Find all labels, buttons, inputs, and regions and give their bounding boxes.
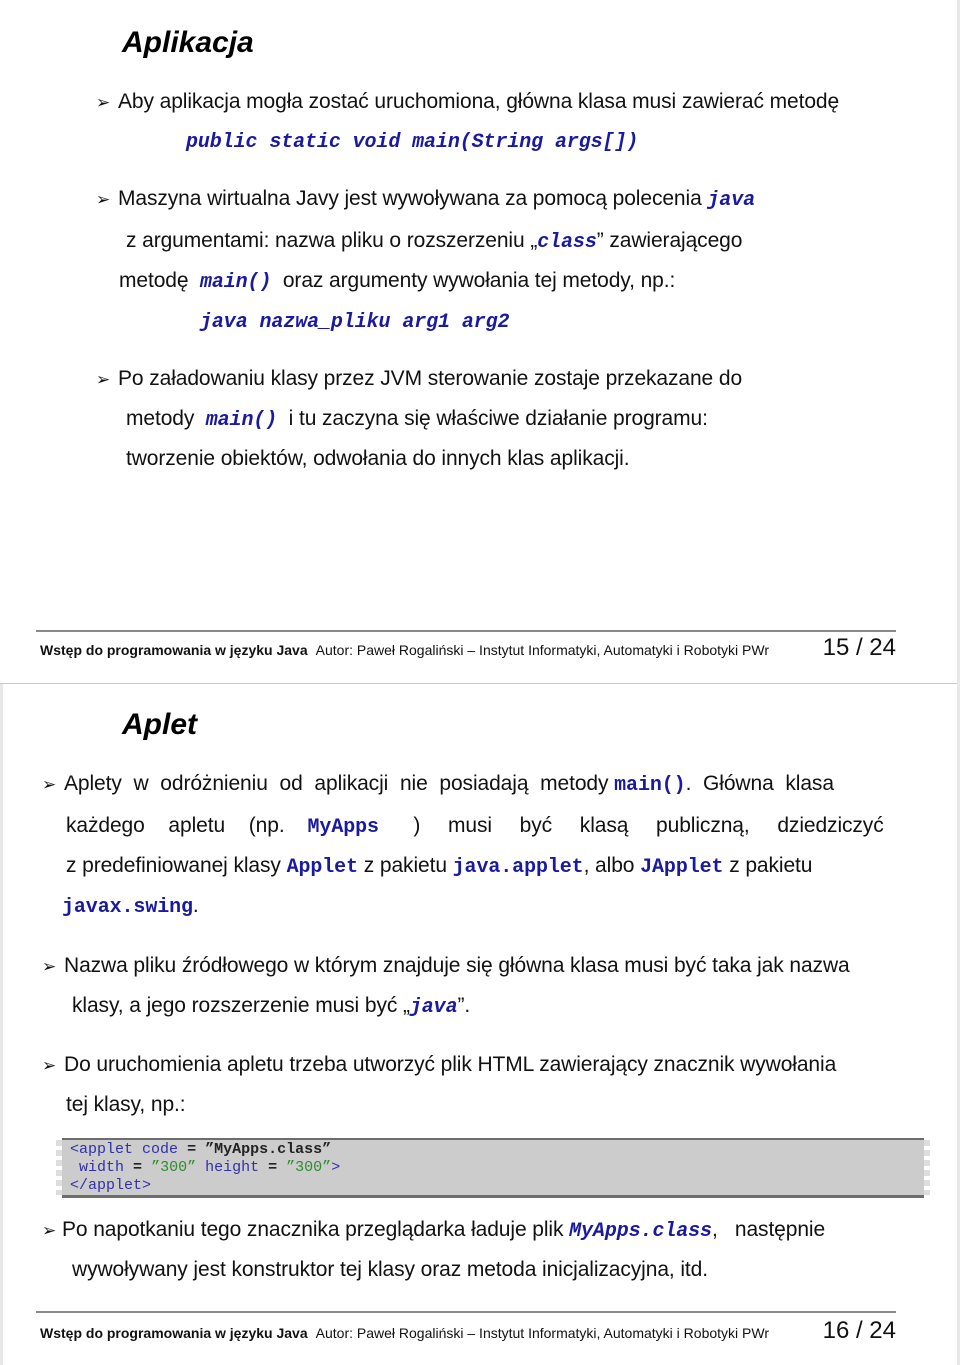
- bullet-3-line-2: tej klasy, np.:: [66, 1093, 186, 1116]
- code-javax-swing: javax.swing: [62, 896, 193, 919]
- code-applet: Applet: [286, 856, 359, 879]
- code-java: java: [409, 996, 458, 1019]
- bullet-1-line-1: ➢ Aplety w odróżnieniu od aplikacji nie p…: [42, 772, 834, 797]
- arrow-bullet-icon: ➢: [42, 1056, 57, 1075]
- code-line-1: <applet code = ”MyApps.class”: [70, 1141, 332, 1158]
- code-java-command: java nazwa_pliku arg1 arg2: [200, 311, 510, 334]
- bullet-1-line-2: każdego apletu (np. MyApps ) musi być kl…: [66, 814, 884, 839]
- arrow-bullet-icon: ➢: [42, 1221, 57, 1240]
- code-box-left-edge: [56, 1140, 62, 1195]
- footer-author: Autor: Paweł Rogaliński – Instytut Infor…: [315, 642, 769, 658]
- footer: Wstęp do programowania w języku Java Auto…: [40, 634, 900, 661]
- arrow-bullet-icon: ➢: [42, 957, 57, 976]
- code-box-right-edge: [924, 1140, 930, 1195]
- bullet-1-line-3: z predefiniowanej klasy Applet z pakietu…: [66, 854, 813, 879]
- slide-title: Aplet: [122, 708, 197, 741]
- slide-aplet: Aplet ➢ Aplety w odróżnieniu od aplikacji…: [0, 684, 960, 1365]
- code-japplet: JApplet: [640, 856, 724, 879]
- bullet-2-line-1: ➢ Nazwa pliku źródłowego w którym znajduj…: [42, 954, 850, 977]
- footer-divider: [36, 630, 896, 632]
- footer-course: Wstęp do programowania w języku Java: [40, 642, 308, 658]
- slide-title: Aplikacja: [122, 26, 254, 59]
- code-main: main(): [205, 409, 278, 432]
- slide-aplikacja: Aplikacja ➢ Aby aplikacja mogła zostać ur…: [0, 0, 960, 683]
- code-line-2: width = ”300” height = ”300”>: [79, 1159, 341, 1176]
- bullet-3-line-3: tworzenie obiektów, odwołania do innych …: [126, 447, 630, 470]
- bullet-1-line-1: ➢ Aby aplikacja mogła zostać uruchomiona,…: [96, 90, 840, 113]
- code-java: java: [707, 189, 756, 212]
- footer-course: Wstęp do programowania w języku Java: [40, 1325, 308, 1341]
- arrow-bullet-icon: ➢: [96, 93, 111, 112]
- bullet-3-line-2: metody main() i tu zaczyna się właściwe …: [126, 407, 708, 432]
- page-edge: [0, 684, 3, 1365]
- footer-author: Autor: Paweł Rogaliński – Instytut Infor…: [315, 1325, 769, 1341]
- html-code-example: <applet code = ”MyApps.class” width = ”3…: [56, 1138, 930, 1198]
- bullet-2-line-2: klasy, a jego rozszerzenie musi być „jav…: [72, 994, 471, 1019]
- arrow-bullet-icon: ➢: [96, 190, 111, 209]
- bullet-3-line-1: ➢ Do uruchomienia apletu trzeba utworzyć …: [42, 1053, 837, 1076]
- bullet-4-line-1: ➢ Po napotkaniu tego znacznika przeglądar…: [42, 1218, 826, 1243]
- arrow-bullet-icon: ➢: [96, 370, 111, 389]
- footer: Wstęp do programowania w języku Java Auto…: [40, 1317, 900, 1344]
- code-main: main(): [614, 774, 686, 797]
- bullet-1-code: public static void main(String args[]): [186, 129, 638, 154]
- bullet-3-line-1: ➢ Po załadowaniu klasy przez JVM sterowan…: [96, 367, 743, 390]
- bullet-1-line-4: javax.swing.: [62, 894, 199, 919]
- code-class: class: [537, 231, 597, 254]
- code-myapps-class: MyApps.class: [569, 1220, 712, 1243]
- bullet-4-line-2: wywoływany jest konstruktor tej klasy or…: [72, 1258, 708, 1281]
- code-main: main(): [199, 271, 272, 294]
- code-line-3: </applet>: [70, 1177, 152, 1194]
- code-java-applet: java.applet: [452, 856, 584, 879]
- code-myapps: MyApps: [307, 816, 380, 839]
- footer-divider: [36, 1311, 896, 1313]
- page-number: 16 / 24: [822, 1317, 896, 1344]
- bullet-2-line-1: ➢ Maszyna wirtualna Javy jest wywoływana …: [96, 187, 756, 212]
- bullet-2-line-3: metodę main() oraz argumenty wywołania t…: [119, 269, 676, 294]
- arrow-bullet-icon: ➢: [42, 775, 57, 794]
- code-main-signature: public static void main(String args[]): [186, 131, 639, 154]
- page-number: 15 / 24: [822, 634, 896, 661]
- bullet-2-example: java nazwa_pliku arg1 arg2: [200, 309, 510, 334]
- bullet-2-line-2: z argumentami: nazwa pliku o rozszerzeni…: [126, 229, 743, 254]
